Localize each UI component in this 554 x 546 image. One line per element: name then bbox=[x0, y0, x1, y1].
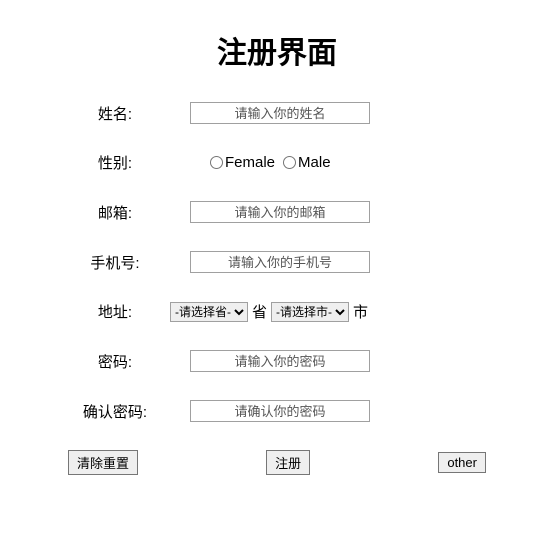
phone-label: 手机号: bbox=[60, 252, 170, 273]
row-name: 姓名: bbox=[60, 102, 494, 124]
gender-male-text: Male bbox=[298, 154, 331, 171]
address-label: 地址: bbox=[60, 301, 170, 322]
confirm-input[interactable] bbox=[190, 400, 370, 422]
confirm-label: 确认密码: bbox=[60, 401, 170, 422]
name-input[interactable] bbox=[190, 102, 370, 124]
reset-button[interactable]: 清除重置 bbox=[68, 450, 138, 475]
row-gender: 性别: Female Male bbox=[60, 152, 494, 173]
page-title: 注册界面 bbox=[60, 28, 494, 72]
email-input[interactable] bbox=[190, 201, 370, 223]
phone-input[interactable] bbox=[190, 251, 370, 273]
password-label: 密码: bbox=[60, 351, 170, 372]
gender-female-option[interactable]: Female bbox=[210, 154, 275, 171]
row-confirm: 确认密码: bbox=[60, 400, 494, 422]
gender-female-text: Female bbox=[225, 154, 275, 171]
row-phone: 手机号: bbox=[60, 251, 494, 273]
city-select[interactable]: -请选择市- bbox=[271, 302, 349, 322]
button-row: 清除重置 注册 other bbox=[60, 450, 494, 475]
name-label: 姓名: bbox=[60, 103, 170, 124]
city-suffix: 市 bbox=[353, 301, 368, 322]
province-select[interactable]: -请选择省- bbox=[170, 302, 248, 322]
row-password: 密码: bbox=[60, 350, 494, 372]
row-email: 邮箱: bbox=[60, 201, 494, 223]
email-label: 邮箱: bbox=[60, 202, 170, 223]
gender-female-radio[interactable] bbox=[210, 156, 223, 169]
gender-male-radio[interactable] bbox=[283, 156, 296, 169]
row-address: 地址: -请选择省- 省 -请选择市- 市 bbox=[60, 301, 494, 322]
submit-button[interactable]: 注册 bbox=[266, 450, 310, 475]
gender-label: 性别: bbox=[60, 152, 170, 173]
other-button[interactable]: other bbox=[438, 452, 486, 473]
gender-male-option[interactable]: Male bbox=[283, 154, 331, 171]
province-suffix: 省 bbox=[252, 301, 267, 322]
password-input[interactable] bbox=[190, 350, 370, 372]
